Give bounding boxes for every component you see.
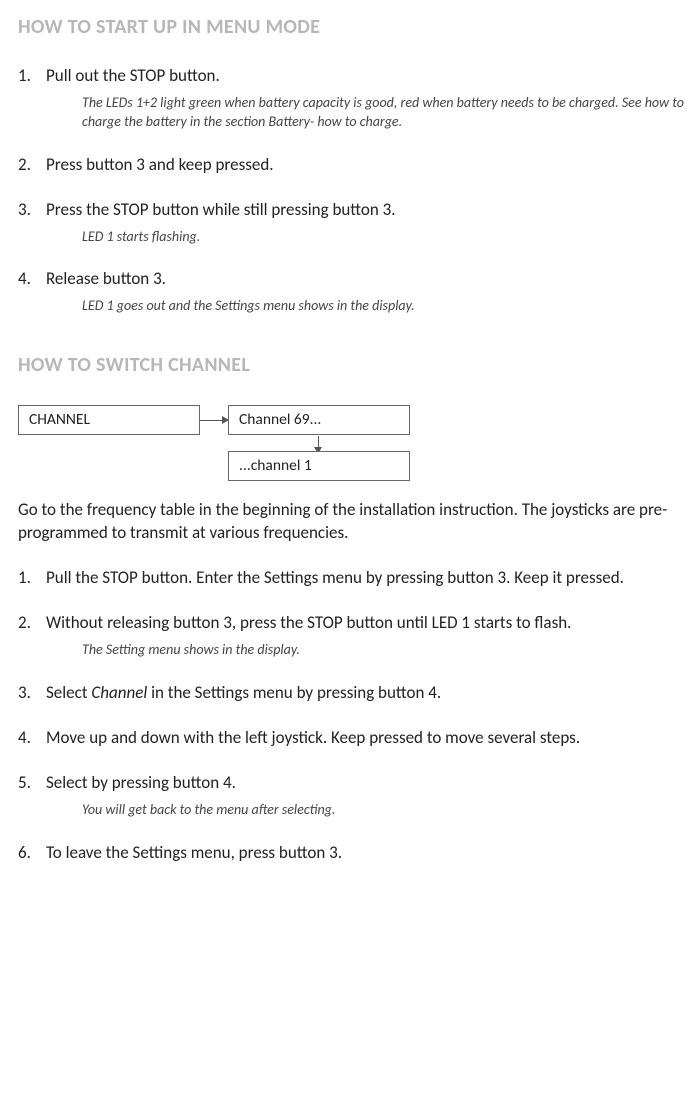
step-number: 4. <box>18 268 46 316</box>
step-text: Press the STOP button while still pressi… <box>46 199 689 222</box>
list-item: 4. Move up and down with the left joysti… <box>18 727 689 750</box>
list-item: 3. Select Channel in the Settings menu b… <box>18 682 689 705</box>
list-item: 1. Pull the STOP button. Enter the Setti… <box>18 567 689 590</box>
step-number: 3. <box>18 682 46 705</box>
list-item: 6. To leave the Settings menu, press but… <box>18 842 689 865</box>
diagram-box-channel69: Channel 69... <box>228 405 410 435</box>
step-text: Press button 3 and keep pressed. <box>46 154 689 177</box>
step-note: You will get back to the menu after sele… <box>82 801 689 820</box>
section2-list: 1. Pull the STOP button. Enter the Setti… <box>18 567 689 864</box>
list-item: 1. Pull out the STOP button. The LEDs 1+… <box>18 65 689 132</box>
step-text-prefix: Select <box>46 682 91 703</box>
diagram-box-channel: CHANNEL <box>18 405 200 435</box>
list-item: 3. Press the STOP button while still pre… <box>18 199 689 247</box>
section2-heading: HOW TO SWITCH CHANNEL <box>18 352 689 379</box>
step-text: Release button 3. <box>46 268 689 291</box>
step-number: 5. <box>18 772 46 820</box>
step-text: Select by pressing button 4. <box>46 772 689 795</box>
arrow-down-icon <box>318 436 319 448</box>
step-note: The LEDs 1+2 light green when battery ca… <box>82 94 689 132</box>
step-text: Without releasing button 3, press the ST… <box>46 612 689 635</box>
step-note: LED 1 starts flashing. <box>82 228 689 247</box>
step-number: 2. <box>18 154 46 177</box>
step-number: 4. <box>18 727 46 750</box>
diagram-box-channel1: ...channel 1 <box>228 451 410 481</box>
list-item: 4. Release button 3. LED 1 goes out and … <box>18 268 689 316</box>
step-note: LED 1 goes out and the Settings menu sho… <box>82 297 689 316</box>
step-number: 3. <box>18 199 46 247</box>
step-text: Pull out the STOP button. <box>46 65 689 88</box>
step-number: 1. <box>18 65 46 132</box>
step-number: 6. <box>18 842 46 865</box>
step-text-suffix: in the Settings menu by pressing button … <box>147 682 441 703</box>
step-text: Move up and down with the left joystick.… <box>46 727 689 750</box>
channel-diagram: CHANNEL Channel 69... ...channel 1 <box>18 403 689 481</box>
list-item: 5. Select by pressing button 4. You will… <box>18 772 689 820</box>
step-text: Select Channel in the Settings menu by p… <box>46 682 689 705</box>
section1-list: 1. Pull out the STOP button. The LEDs 1+… <box>18 65 689 316</box>
step-text: Pull the STOP button. Enter the Settings… <box>46 567 689 590</box>
section1-heading: HOW TO START UP IN MENU MODE <box>18 14 689 41</box>
list-item: 2. Press button 3 and keep pressed. <box>18 154 689 177</box>
section2-intro: Go to the frequency table in the beginni… <box>18 499 689 545</box>
list-item: 2. Without releasing button 3, press the… <box>18 612 689 660</box>
step-note: The Setting menu shows in the display. <box>82 641 689 660</box>
arrow-right-icon <box>200 420 228 421</box>
step-text-italic: Channel <box>91 682 147 703</box>
step-number: 2. <box>18 612 46 660</box>
step-number: 1. <box>18 567 46 590</box>
step-text: To leave the Settings menu, press button… <box>46 842 689 865</box>
